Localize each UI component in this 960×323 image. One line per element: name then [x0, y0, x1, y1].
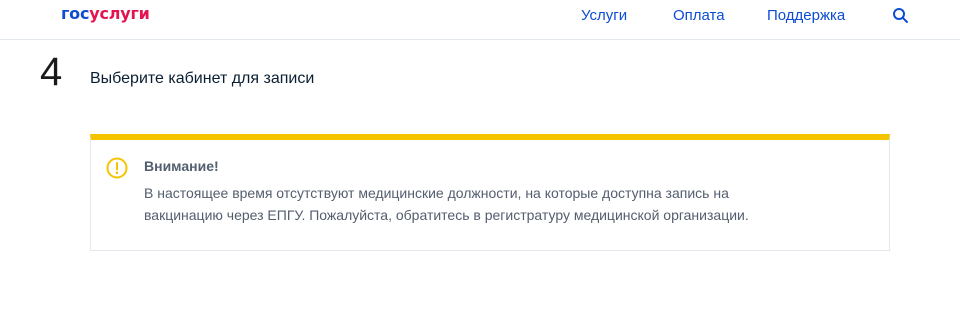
- nav-link-payment[interactable]: Оплата: [673, 7, 725, 24]
- step-title: Выберите кабинет для записи: [90, 70, 315, 87]
- warning-icon: [106, 157, 128, 179]
- nav-link-services[interactable]: Услуги: [581, 7, 627, 24]
- top-header: госуслуги Услуги Оплата Поддержка: [0, 0, 960, 40]
- alert-message: В настоящее время отсутствуют медицински…: [144, 182, 844, 226]
- search-icon: [893, 8, 908, 23]
- search-button[interactable]: [892, 7, 910, 25]
- alert-message-line-2: вакцинацию через ЕПГУ. Пожалуйста, обрат…: [144, 207, 749, 223]
- nav-link-support[interactable]: Поддержка: [767, 7, 845, 24]
- logo-text-gos: гос: [61, 4, 90, 23]
- alert-message-line-1: В настоящее время отсутствуют медицински…: [144, 185, 729, 201]
- step-number: 4: [40, 50, 63, 94]
- gosuslugi-logo[interactable]: госуслуги: [61, 4, 150, 23]
- logo-text-uslugi: услуги: [89, 4, 150, 23]
- alert-title: Внимание!: [144, 158, 219, 174]
- warning-alert: Внимание! В настоящее время отсутствуют …: [90, 134, 890, 251]
